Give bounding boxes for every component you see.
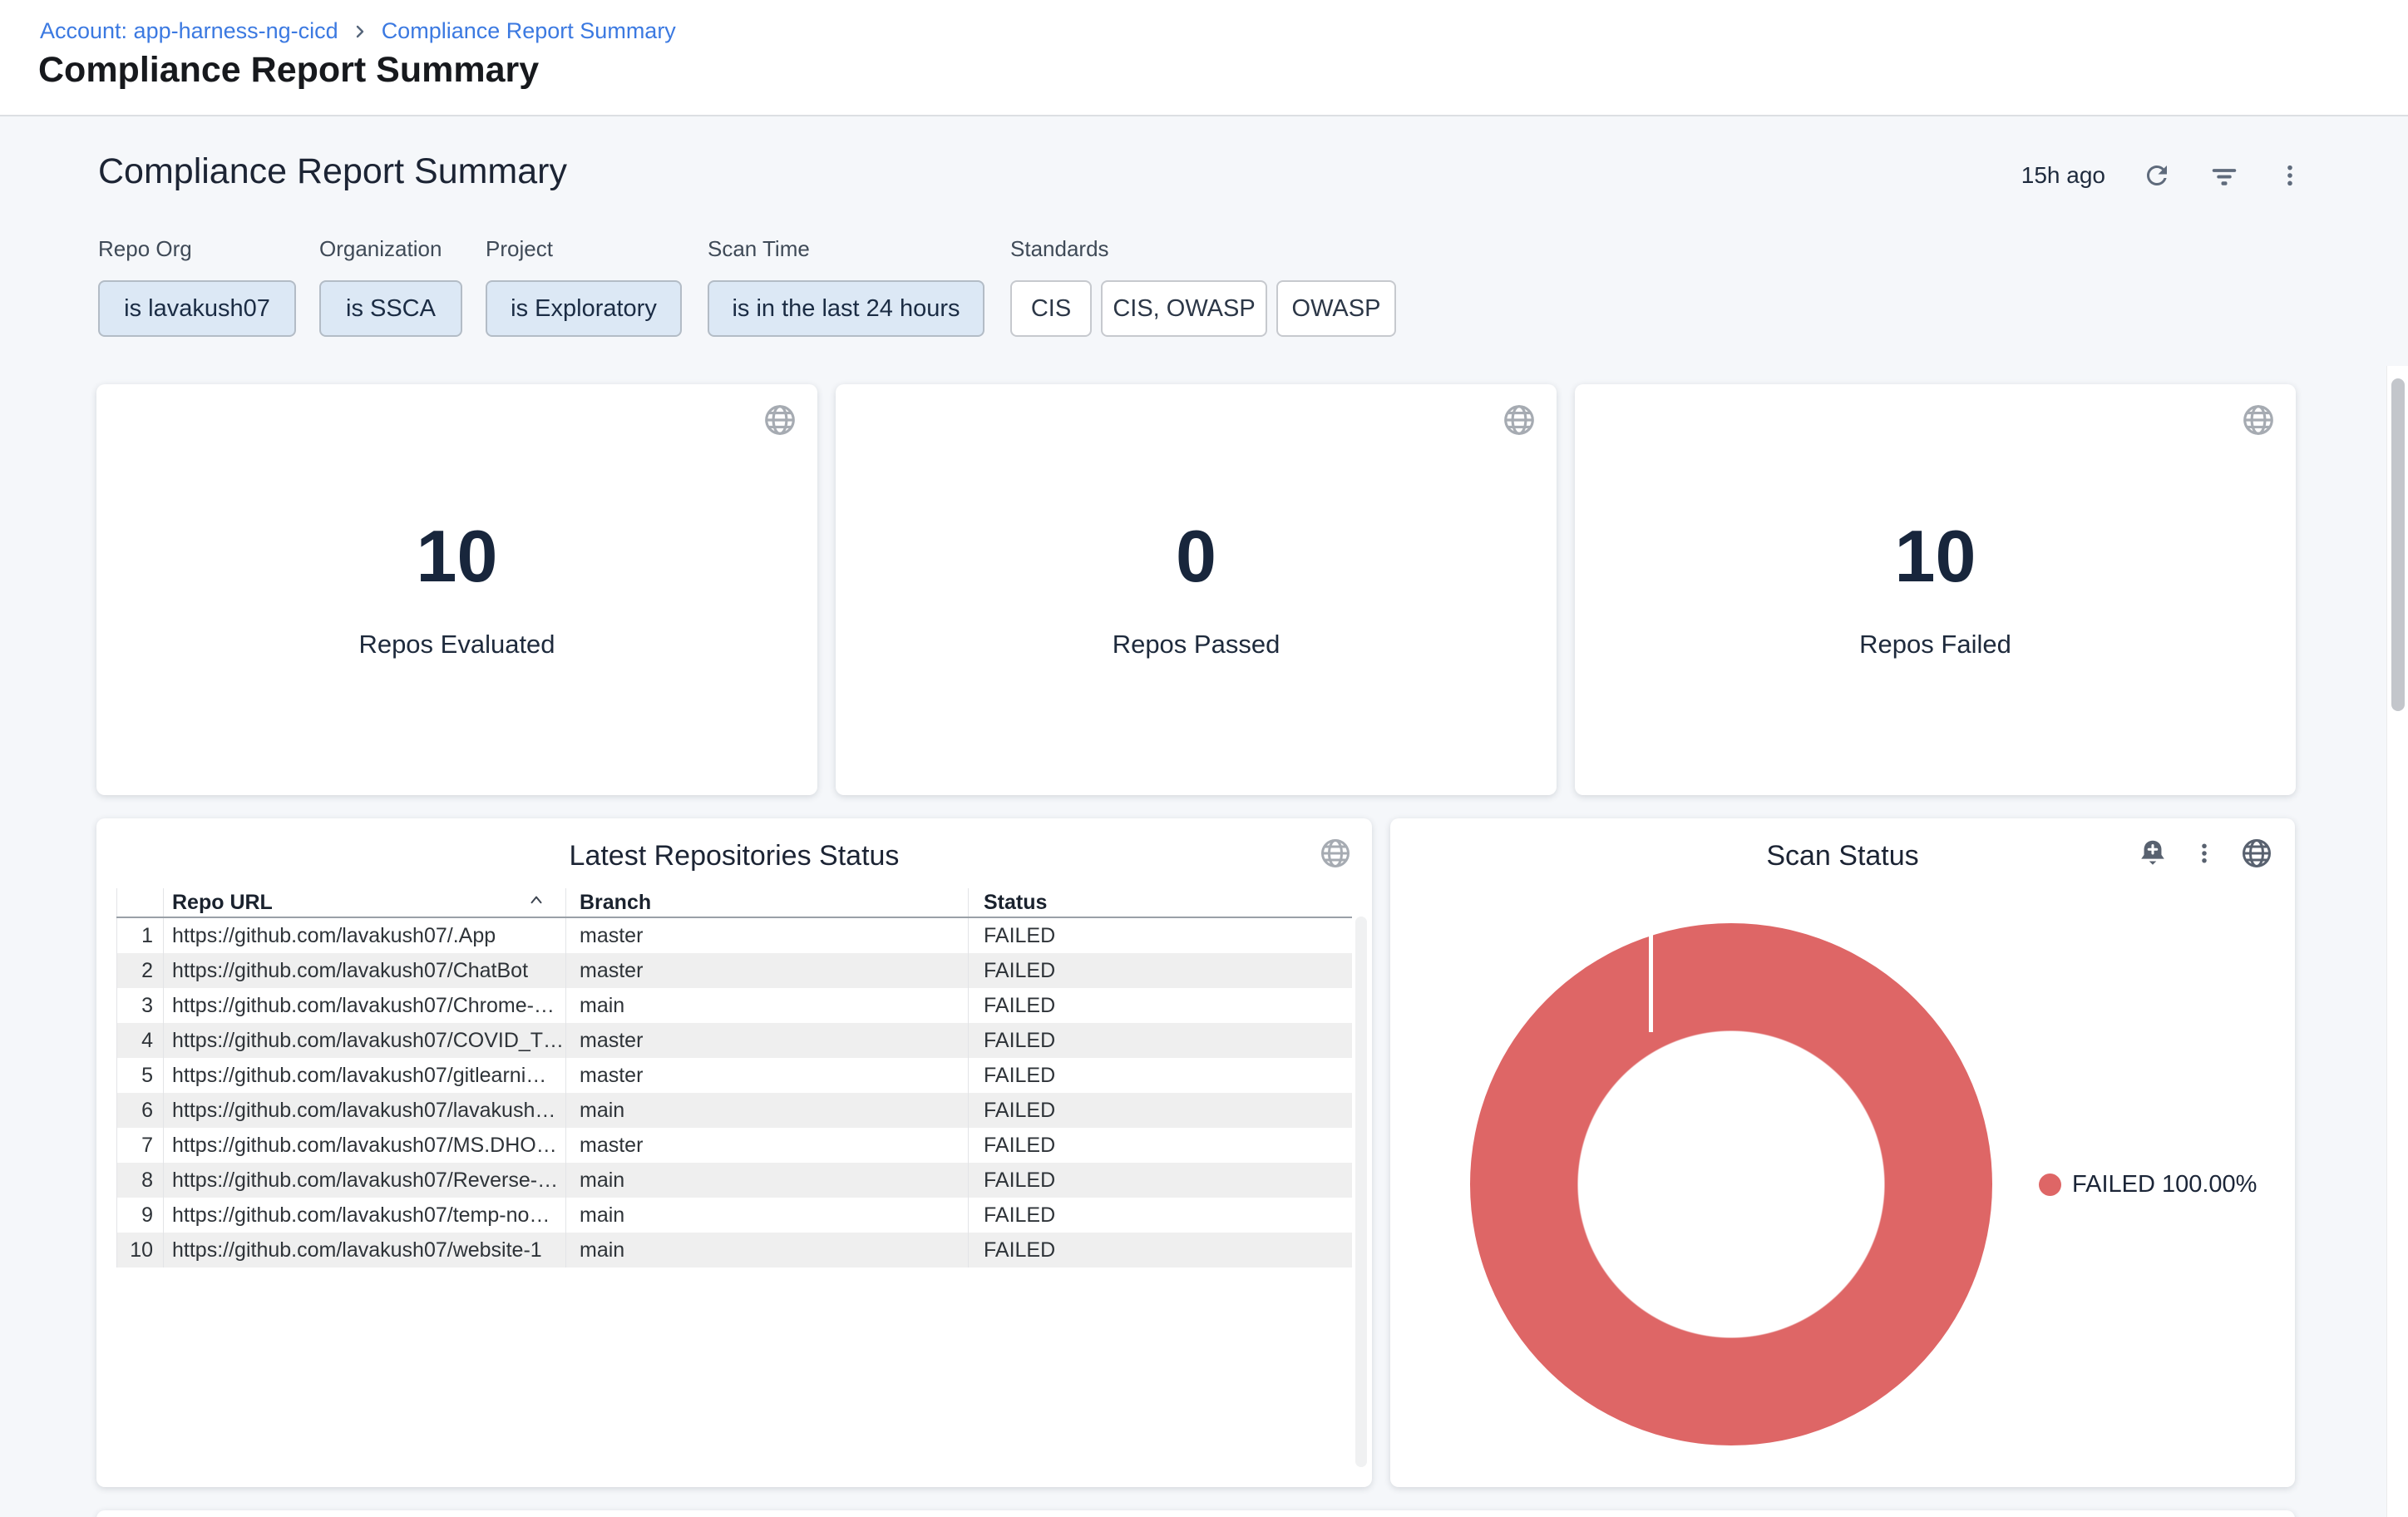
page-title: Compliance Report Summary bbox=[38, 50, 539, 91]
refresh-icon[interactable] bbox=[2142, 161, 2172, 190]
table-row: 8https://github.com/lavakush07/Reverse-…… bbox=[116, 1163, 1352, 1198]
globe-icon[interactable] bbox=[2241, 403, 2276, 442]
page-scrollbar-track[interactable] bbox=[2386, 366, 2408, 1517]
table-row: 6https://github.com/lavakush07/lavakush…… bbox=[116, 1093, 1352, 1128]
filter-chip-repo-org[interactable]: is lavakush07 bbox=[98, 280, 296, 337]
filter-standards: Standards CIS CIS, OWASP OWASP bbox=[1010, 236, 1396, 337]
kebab-menu-icon[interactable] bbox=[2277, 162, 2303, 189]
sort-asc-icon[interactable] bbox=[527, 892, 545, 916]
next-tile-partial bbox=[96, 1510, 2295, 1517]
filter-project: Project is Exploratory bbox=[486, 236, 682, 337]
filter-label: Project bbox=[486, 236, 682, 262]
table-row: 10https://github.com/lavakush07/website-… bbox=[116, 1233, 1352, 1267]
last-updated-text: 15h ago bbox=[2021, 162, 2105, 189]
donut-segment-divider bbox=[1649, 923, 1653, 1032]
filter-repo-org: Repo Org is lavakush07 bbox=[98, 236, 296, 337]
column-header-repo-url[interactable]: Repo URL bbox=[163, 888, 565, 917]
table-row: 9https://github.com/lavakush07/temp-no…m… bbox=[116, 1198, 1352, 1233]
page-scrollbar-thumb[interactable] bbox=[2391, 378, 2405, 711]
table-row: 5https://github.com/lavakush07/gitlearni… bbox=[116, 1058, 1352, 1093]
app-header: Account: app-harness-ng-cicd Compliance … bbox=[0, 0, 2408, 116]
stat-tile-repos-passed: 0 Repos Passed bbox=[836, 384, 1557, 795]
column-header-status[interactable]: Status bbox=[968, 888, 1352, 917]
column-header-branch[interactable]: Branch bbox=[565, 888, 968, 917]
table-tile-title: Latest Repositories Status bbox=[96, 840, 1372, 872]
breadcrumb-current-link[interactable]: Compliance Report Summary bbox=[382, 18, 676, 44]
table-row: 4https://github.com/lavakush07/COVID_T…m… bbox=[116, 1023, 1352, 1058]
filter-icon[interactable] bbox=[2208, 160, 2240, 191]
dashboard-controls: 15h ago bbox=[2021, 160, 2303, 191]
filter-chip-standards-owasp[interactable]: OWASP bbox=[1276, 280, 1396, 337]
breadcrumb-account-link[interactable]: Account: app-harness-ng-cicd bbox=[40, 18, 338, 44]
filter-chip-standards-cis[interactable]: CIS bbox=[1010, 280, 1092, 337]
latest-repositories-tile: Latest Repositories Status Repo URL Bran… bbox=[96, 818, 1372, 1487]
filter-organization: Organization is SSCA bbox=[319, 236, 462, 337]
stat-tile-repos-evaluated: 10 Repos Evaluated bbox=[96, 384, 817, 795]
globe-icon[interactable] bbox=[1319, 837, 1352, 874]
legend-label: FAILED 100.00% bbox=[2072, 1171, 2257, 1198]
table-row: 2https://github.com/lavakush07/ChatBotma… bbox=[116, 953, 1352, 988]
kebab-menu-icon[interactable] bbox=[2192, 841, 2217, 866]
table-row: 3https://github.com/lavakush07/Chrome-…m… bbox=[116, 988, 1352, 1023]
table-row: 1https://github.com/lavakush07/.Appmaste… bbox=[116, 918, 1352, 953]
filter-label: Organization bbox=[319, 236, 462, 262]
compliance-report-screen: Account: app-harness-ng-cicd Compliance … bbox=[0, 0, 2408, 1517]
chevron-right-icon bbox=[352, 23, 368, 40]
breadcrumb: Account: app-harness-ng-cicd Compliance … bbox=[40, 18, 676, 44]
stat-value: 0 bbox=[1176, 520, 1216, 593]
filter-label: Standards bbox=[1010, 236, 1396, 262]
table-row: 7https://github.com/lavakush07/MS.DHO…ma… bbox=[116, 1128, 1352, 1163]
stat-label: Repos Evaluated bbox=[358, 630, 555, 660]
repositories-table: Repo URL Branch Status 1https://github.c… bbox=[116, 888, 1352, 1267]
table-body: 1https://github.com/lavakush07/.Appmaste… bbox=[116, 918, 1352, 1267]
alert-bell-plus-icon[interactable] bbox=[2137, 838, 2169, 869]
filter-chip-project[interactable]: is Exploratory bbox=[486, 280, 682, 337]
stat-value: 10 bbox=[417, 520, 498, 593]
row-number-header bbox=[116, 888, 163, 917]
stat-value: 10 bbox=[1895, 520, 1976, 593]
filter-label: Repo Org bbox=[98, 236, 296, 262]
table-header-row: Repo URL Branch Status bbox=[116, 888, 1352, 918]
stat-label: Repos Passed bbox=[1113, 630, 1280, 660]
scan-tile-controls bbox=[2137, 837, 2273, 870]
scan-status-donut[interactable] bbox=[1470, 923, 1992, 1445]
globe-icon[interactable] bbox=[762, 403, 797, 442]
globe-icon[interactable] bbox=[1502, 403, 1537, 442]
filter-chip-standards-cis-owasp[interactable]: CIS, OWASP bbox=[1101, 280, 1267, 337]
legend-item-failed[interactable]: FAILED 100.00% bbox=[2039, 1171, 2257, 1198]
filter-label: Scan Time bbox=[708, 236, 984, 262]
scan-status-tile: Scan Status FAILED 100.00% bbox=[1390, 818, 2295, 1487]
globe-icon[interactable] bbox=[2240, 837, 2273, 870]
legend-dot bbox=[2039, 1174, 2061, 1196]
filter-chip-scan-time[interactable]: is in the last 24 hours bbox=[708, 280, 984, 337]
dashboard-title: Compliance Report Summary bbox=[98, 151, 567, 192]
filter-chip-organization[interactable]: is SSCA bbox=[319, 280, 462, 337]
table-scrollbar-track[interactable] bbox=[1355, 917, 1367, 1467]
filter-scan-time: Scan Time is in the last 24 hours bbox=[708, 236, 984, 337]
stat-tile-repos-failed: 10 Repos Failed bbox=[1575, 384, 2296, 795]
stat-label: Repos Failed bbox=[1859, 630, 2011, 660]
